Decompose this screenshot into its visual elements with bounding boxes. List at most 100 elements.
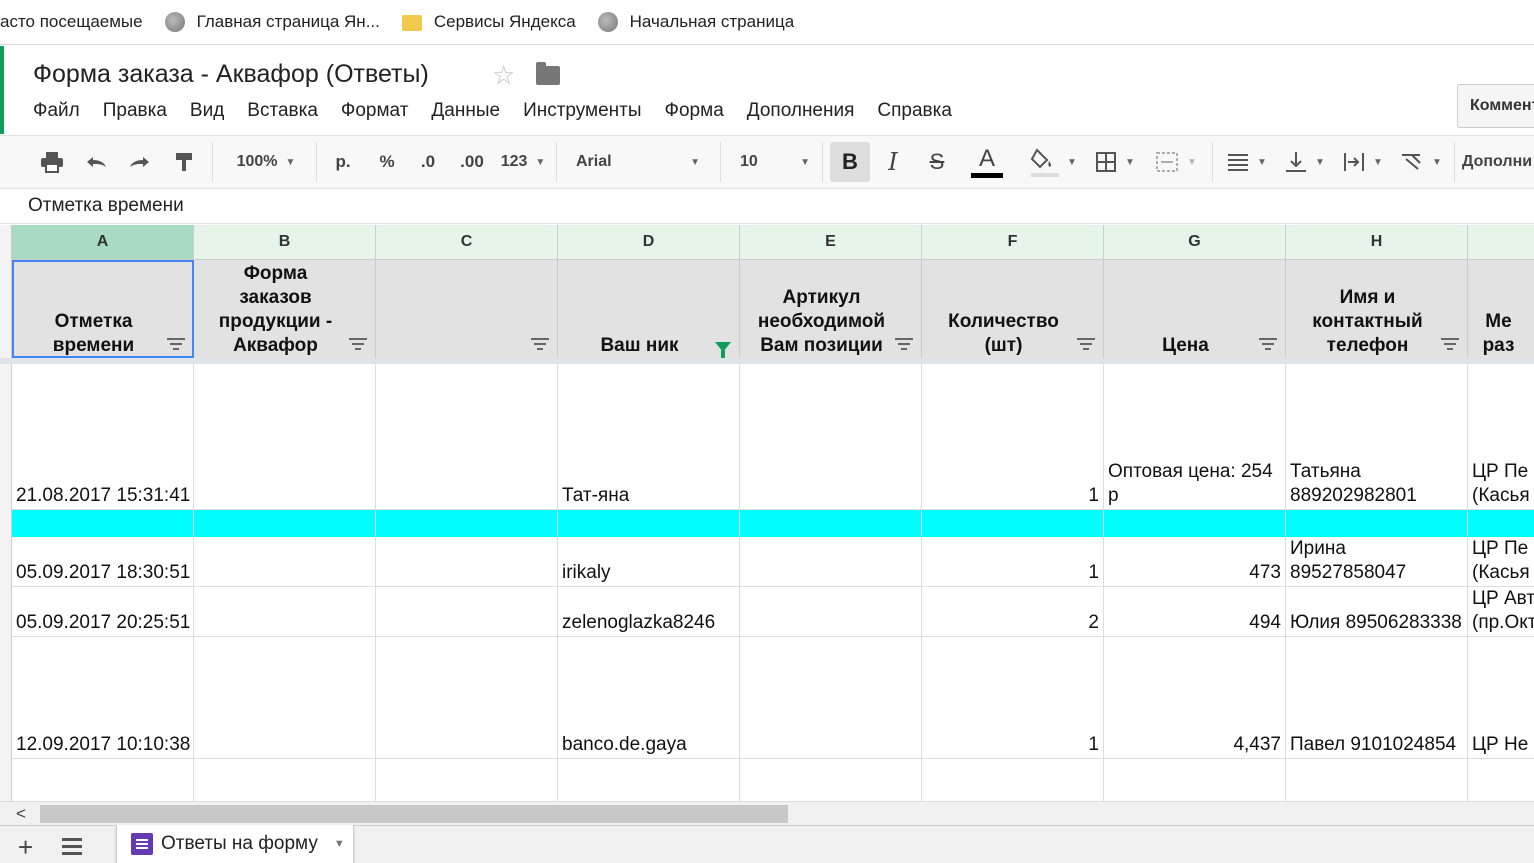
- cell-h[interactable]: Ирина 89527858047: [1286, 537, 1468, 587]
- add-sheet-icon[interactable]: +: [18, 832, 33, 863]
- currency-format-button[interactable]: р.: [326, 136, 360, 188]
- header-cell-g[interactable]: Цена: [1104, 260, 1286, 358]
- filter-icon[interactable]: [1259, 338, 1277, 350]
- horizontal-align-button[interactable]: ▼: [1222, 136, 1272, 188]
- filter-icon[interactable]: [349, 338, 367, 350]
- column-header-e[interactable]: E: [740, 225, 922, 260]
- cell-a[interactable]: 05.09.2017 18:30:51: [12, 537, 194, 587]
- cell-b[interactable]: [194, 510, 376, 537]
- cell-g[interactable]: Оптовая цена: 254 р: [1104, 364, 1286, 510]
- cell-a[interactable]: [12, 759, 194, 801]
- cell-i[interactable]: ЦР Не: [1468, 637, 1534, 759]
- text-wrap-button[interactable]: ▼: [1338, 136, 1388, 188]
- cell-d[interactable]: irikaly: [558, 537, 740, 587]
- print-icon[interactable]: [36, 136, 68, 188]
- cell-c[interactable]: [376, 587, 558, 637]
- menu-help[interactable]: Справка: [877, 100, 952, 122]
- cell-e[interactable]: [740, 364, 922, 510]
- cell-i[interactable]: ЦР Пе (Касья: [1468, 537, 1534, 587]
- italic-button[interactable]: I: [876, 136, 910, 188]
- header-cell-c[interactable]: [376, 260, 558, 358]
- header-cell-f[interactable]: Количество (шт): [922, 260, 1104, 358]
- menu-insert[interactable]: Вставка: [247, 100, 318, 122]
- bookmark-yandex-home[interactable]: Главная страница Ян...: [164, 12, 380, 32]
- menu-view[interactable]: Вид: [190, 100, 224, 122]
- cell-i[interactable]: [1468, 510, 1534, 537]
- cell-c[interactable]: [376, 364, 558, 510]
- menu-addons[interactable]: Дополнения: [747, 100, 855, 122]
- cell-i[interactable]: ЦР Авт (пр.Окт: [1468, 587, 1534, 637]
- bookmark-frequent[interactable]: асто посещаемые: [0, 12, 143, 32]
- cell-b[interactable]: [194, 587, 376, 637]
- cell-h[interactable]: Татьяна 889202982801: [1286, 364, 1468, 510]
- header-cell-a[interactable]: Отметка времени: [12, 260, 194, 358]
- bookmark-yandex-services[interactable]: Сервисы Яндекса: [401, 12, 576, 32]
- cell-h[interactable]: Павел 9101024854: [1286, 637, 1468, 759]
- menu-file[interactable]: Файл: [33, 100, 80, 122]
- cell-a[interactable]: [12, 510, 194, 537]
- cell-f[interactable]: 1: [922, 637, 1104, 759]
- cell-c[interactable]: [376, 537, 558, 587]
- header-cell-d[interactable]: Ваш ник: [558, 260, 740, 358]
- active-filter-icon[interactable]: [715, 342, 731, 358]
- header-cell-h[interactable]: Имя и контактный телефон: [1286, 260, 1468, 358]
- cell-c[interactable]: [376, 759, 558, 801]
- column-header-h[interactable]: H: [1286, 225, 1468, 260]
- cell-f[interactable]: 2: [922, 587, 1104, 637]
- folder-icon[interactable]: [536, 62, 560, 85]
- fill-color-button[interactable]: ▼: [1026, 136, 1080, 188]
- percent-format-button[interactable]: %: [370, 136, 404, 188]
- column-header-b[interactable]: B: [194, 225, 376, 260]
- cell-d[interactable]: [558, 759, 740, 801]
- strikethrough-button[interactable]: S: [920, 136, 954, 188]
- zoom-select[interactable]: 100% ▼: [222, 136, 310, 188]
- increase-decimal-button[interactable]: .00: [452, 136, 492, 188]
- column-header-c[interactable]: C: [376, 225, 558, 260]
- cell-b[interactable]: [194, 537, 376, 587]
- cell-h[interactable]: Юлия 89506283338: [1286, 587, 1468, 637]
- redo-icon[interactable]: [124, 136, 156, 188]
- filter-icon[interactable]: [531, 338, 549, 350]
- all-sheets-icon[interactable]: [62, 838, 82, 859]
- undo-icon[interactable]: [80, 136, 112, 188]
- text-color-button[interactable]: A: [962, 136, 1012, 188]
- column-header-f[interactable]: F: [922, 225, 1104, 260]
- cell-e[interactable]: [740, 537, 922, 587]
- menu-data[interactable]: Данные: [431, 100, 500, 122]
- header-cell-i[interactable]: Ме раз: [1468, 260, 1534, 358]
- cell-i[interactable]: [1468, 759, 1534, 801]
- cell-a[interactable]: 12.09.2017 10:10:38: [12, 637, 194, 759]
- cell-c[interactable]: [376, 637, 558, 759]
- font-size-select[interactable]: 10 ▼: [730, 136, 820, 188]
- cell-d[interactable]: Тат-яна: [558, 364, 740, 510]
- chevron-down-icon[interactable]: ▼: [334, 838, 345, 850]
- cell-b[interactable]: [194, 759, 376, 801]
- bold-button[interactable]: B: [830, 142, 870, 182]
- cell-b[interactable]: [194, 637, 376, 759]
- cell-d[interactable]: banco.de.gaya: [558, 637, 740, 759]
- menu-tools[interactable]: Инструменты: [523, 100, 641, 122]
- text-rotation-button[interactable]: ▼: [1396, 136, 1446, 188]
- cell-h[interactable]: [1286, 510, 1468, 537]
- column-header-d[interactable]: D: [558, 225, 740, 260]
- filter-icon[interactable]: [1441, 338, 1459, 350]
- font-select[interactable]: Arial ▼: [566, 136, 710, 188]
- cell-e[interactable]: [740, 759, 922, 801]
- cell-g[interactable]: [1104, 759, 1286, 801]
- cell-f[interactable]: 1: [922, 537, 1104, 587]
- scroll-left-icon[interactable]: <: [16, 804, 26, 824]
- horizontal-scrollbar[interactable]: <: [0, 801, 1534, 825]
- star-icon[interactable]: ☆: [492, 60, 515, 91]
- cell-g[interactable]: 473: [1104, 537, 1286, 587]
- cell-f[interactable]: [922, 759, 1104, 801]
- borders-button[interactable]: ▼: [1090, 136, 1140, 188]
- paint-format-icon[interactable]: [168, 136, 200, 188]
- header-cell-b[interactable]: Форма заказов продукции - Аквафор: [194, 260, 376, 358]
- comments-button[interactable]: Коммент: [1457, 84, 1534, 128]
- cell-g[interactable]: 494: [1104, 587, 1286, 637]
- more-button[interactable]: Дополни: [1462, 136, 1534, 188]
- column-header-g[interactable]: G: [1104, 225, 1286, 260]
- cell-i[interactable]: ЦР Пе (Касья: [1468, 364, 1534, 510]
- cell-e[interactable]: [740, 510, 922, 537]
- menu-form[interactable]: Форма: [665, 100, 724, 122]
